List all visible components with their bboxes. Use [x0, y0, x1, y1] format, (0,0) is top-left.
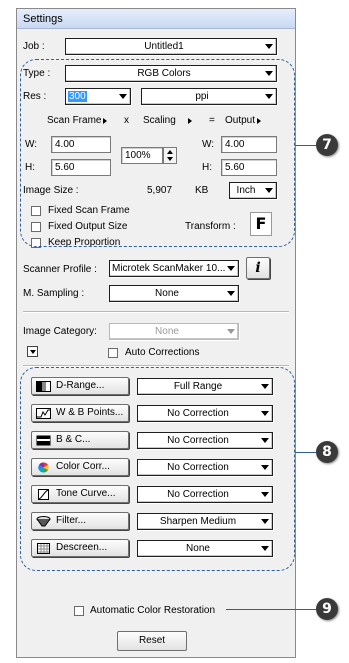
callout-group-box	[20, 367, 295, 571]
m-sampling-label: M. Sampling :	[23, 288, 85, 299]
job-value: Untitled1	[144, 41, 184, 52]
callout-badge: 7	[316, 134, 338, 156]
callout-badge: 8	[316, 441, 338, 463]
job-select[interactable]: Untitled1	[65, 38, 277, 55]
image-category-label: Image Category:	[23, 326, 97, 337]
collapse-toggle[interactable]	[27, 346, 38, 357]
m-sampling-value: None	[155, 288, 179, 299]
scanner-profile-select[interactable]: Microtek ScanMaker 10...	[109, 260, 239, 277]
callout-badge: 9	[316, 598, 338, 620]
auto-corrections-checkbox[interactable]	[108, 348, 118, 358]
auto-color-restoration-checkbox[interactable]	[74, 606, 84, 616]
scanner-profile-label: Scanner Profile :	[23, 264, 97, 275]
m-sampling-select[interactable]: None	[109, 285, 239, 302]
image-category-value: None	[155, 326, 179, 337]
window-title: Settings	[17, 9, 295, 29]
callout-leader-line	[226, 609, 317, 610]
reset-button[interactable]: Reset	[117, 631, 187, 651]
callout-leader-line	[295, 145, 317, 146]
callout-leader-line	[295, 452, 317, 453]
chevron-down-icon	[227, 266, 235, 271]
auto-corrections-label: Auto Corrections	[125, 347, 200, 358]
auto-color-restoration-label: Automatic Color Restoration	[90, 605, 216, 616]
callout-group-box	[20, 59, 295, 247]
profile-info-button[interactable]: i	[246, 257, 270, 279]
image-category-select[interactable]: None	[109, 323, 239, 340]
chevron-down-icon	[227, 291, 235, 296]
chevron-down-icon	[265, 44, 273, 49]
chevron-down-icon	[227, 329, 235, 334]
scanner-profile-value: Microtek ScanMaker 10...	[112, 263, 226, 274]
job-label: Job :	[23, 41, 45, 52]
chevron-down-icon	[30, 350, 36, 354]
divider	[23, 311, 289, 313]
